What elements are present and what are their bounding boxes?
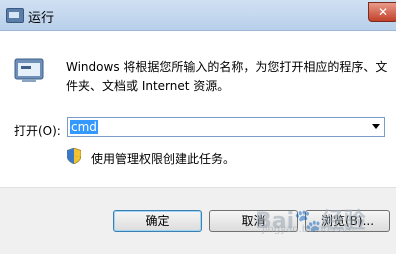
dialog-content: Windows 将根据您所输入的名称，为您打开相应的程序、文件夹、文档或 Int… — [0, 31, 396, 187]
open-label: 打开(O): — [14, 124, 61, 138]
browse-button[interactable]: 浏览(B)... — [305, 210, 390, 232]
run-icon — [14, 58, 44, 82]
command-combobox[interactable]: cmd — [67, 117, 385, 137]
admin-note: 使用管理权限创建此任务。 — [91, 152, 236, 166]
description-text: Windows 将根据您所输入的名称，为您打开相应的程序、文件夹、文档或 Int… — [66, 60, 388, 93]
button-bar: 确定 取消 浏览(B)... — [0, 187, 396, 254]
run-dialog: 运行 ✕ Windows 将根据您所输入的名称，为您打开相应的程序、文件夹、文档… — [0, 0, 396, 254]
shield-icon — [67, 148, 81, 164]
close-button[interactable]: ✕ — [368, 2, 396, 22]
title-bar[interactable]: 运行 ✕ — [0, 0, 396, 31]
ok-button[interactable]: 确定 — [113, 210, 202, 232]
run-app-icon — [6, 8, 24, 23]
window-title: 运行 — [28, 11, 55, 26]
close-icon: ✕ — [377, 5, 389, 19]
chevron-down-icon[interactable] — [372, 124, 380, 129]
cancel-button[interactable]: 取消 — [209, 210, 298, 232]
command-input[interactable]: cmd — [70, 120, 98, 134]
